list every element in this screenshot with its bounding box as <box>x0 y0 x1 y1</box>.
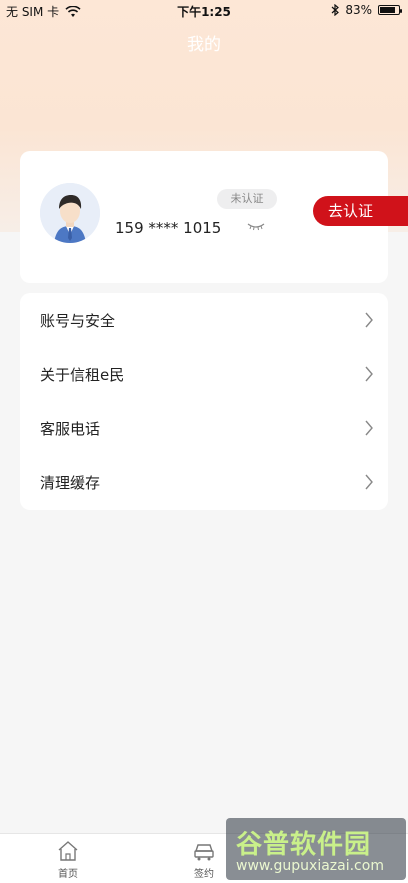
tab-home[interactable]: 首页 <box>38 840 98 880</box>
settings-menu: 账号与安全 关于信租e民 客服电话 清理缓存 <box>20 293 388 510</box>
status-badge: 未认证 <box>217 189 277 209</box>
battery-icon <box>378 5 402 15</box>
user-avatar-icon <box>40 183 100 243</box>
menu-item-label: 客服电话 <box>40 419 101 438</box>
menu-item-label: 关于信租e民 <box>40 365 125 384</box>
eye-closed-icon[interactable] <box>246 221 266 231</box>
chevron-right-icon <box>365 366 373 382</box>
battery-percent: 83% <box>345 3 372 17</box>
tab-label: 首页 <box>58 869 78 880</box>
watermark: 谷普软件园 www.gupuxiazai.com <box>226 818 406 880</box>
watermark-url: www.gupuxiazai.com <box>236 858 384 874</box>
battery-level <box>380 7 395 13</box>
menu-item-label: 清理缓存 <box>40 473 101 492</box>
menu-item-clear-cache[interactable]: 清理缓存 <box>20 455 388 509</box>
page-title: 我的 <box>187 35 221 55</box>
chevron-right-icon <box>365 312 373 328</box>
car-icon <box>194 844 214 861</box>
avatar[interactable] <box>40 183 100 243</box>
chevron-right-icon <box>365 474 373 490</box>
menu-item-label: 账号与安全 <box>40 311 116 330</box>
verify-button[interactable]: 去认证 <box>313 196 408 226</box>
menu-item-about[interactable]: 关于信租e民 <box>20 347 388 401</box>
chevron-right-icon <box>365 420 373 436</box>
phone-number: 159 **** 1015 <box>115 219 222 237</box>
menu-item-account-security[interactable]: 账号与安全 <box>20 293 388 347</box>
bluetooth-icon <box>331 4 340 16</box>
tab-sign[interactable]: 签约 <box>174 840 234 880</box>
home-icon <box>58 841 78 861</box>
menu-item-customer-service[interactable]: 客服电话 <box>20 401 388 455</box>
watermark-title: 谷普软件园 <box>236 830 372 860</box>
tab-label: 签约 <box>194 869 214 880</box>
status-bar: 无 SIM 卡 下午1:25 83% <box>0 0 408 22</box>
